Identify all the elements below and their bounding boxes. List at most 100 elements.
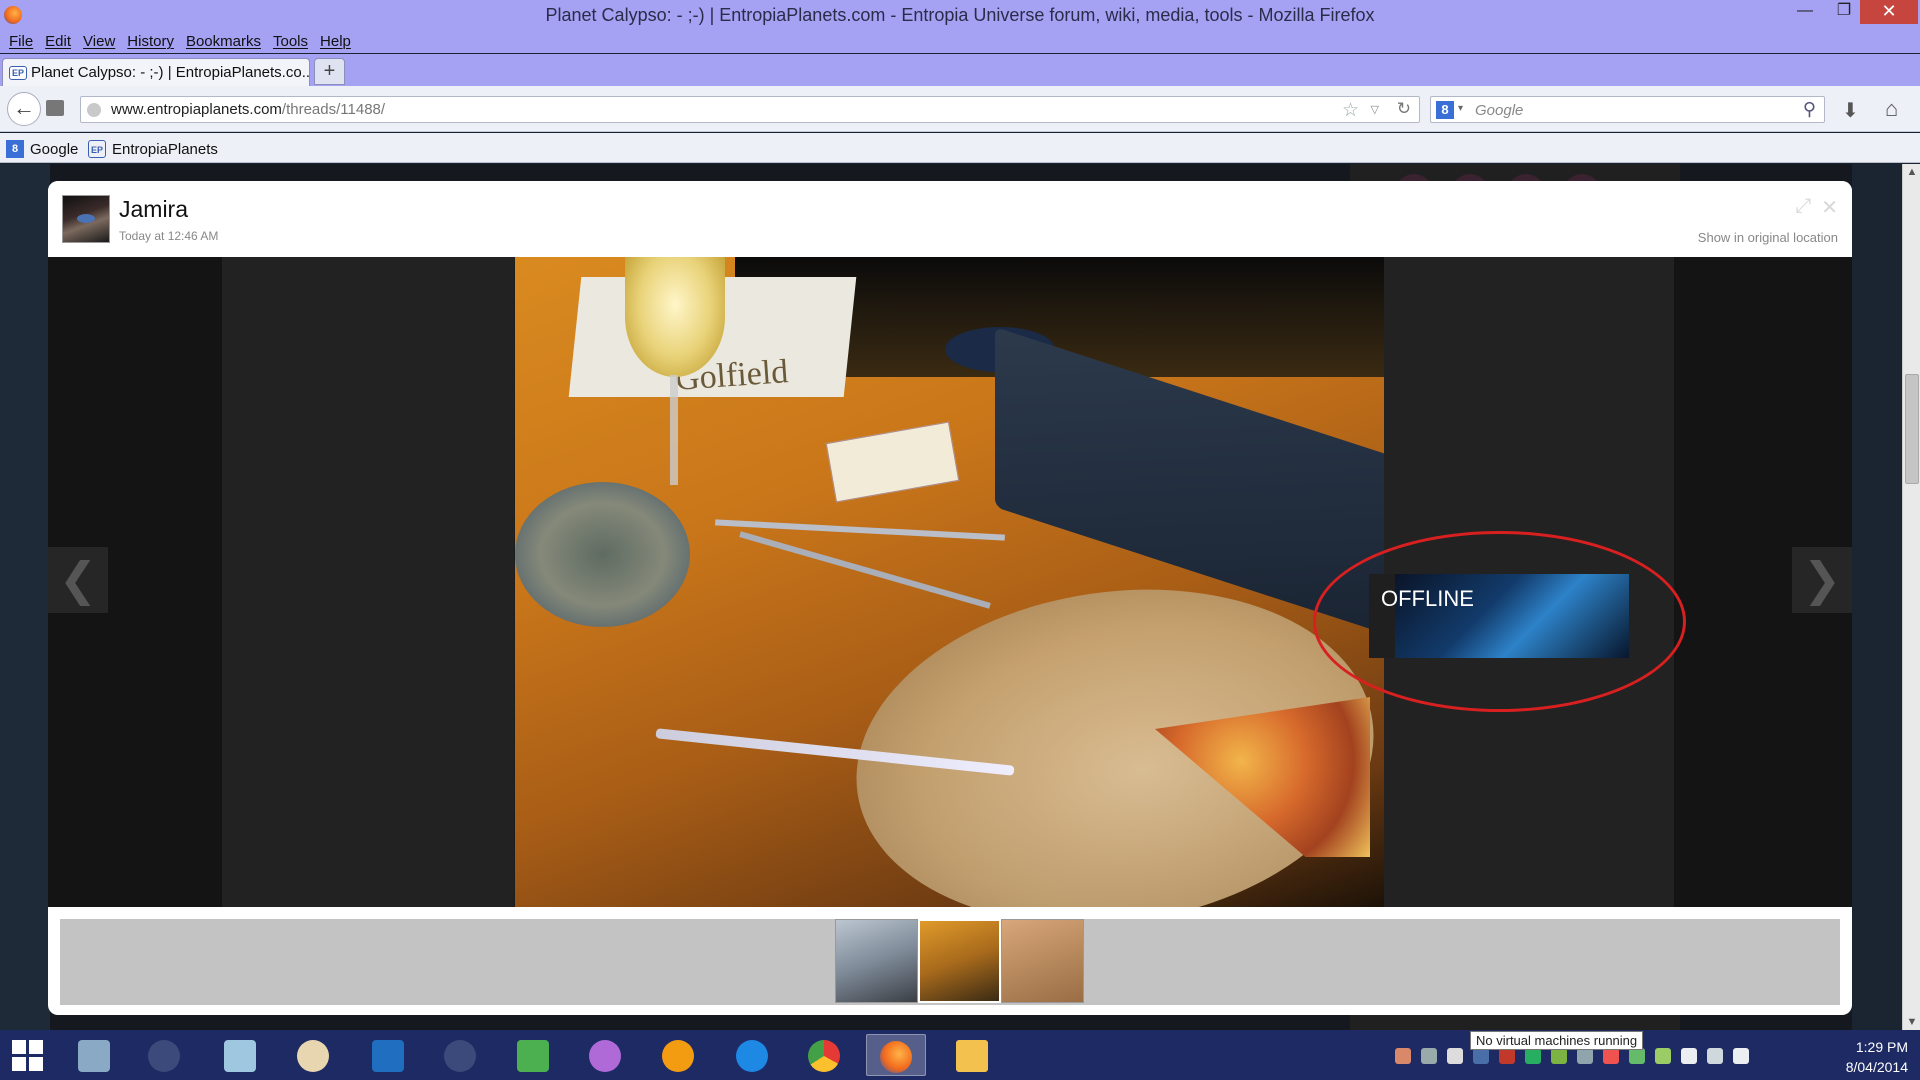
tab-strip: EP Planet Calypso: - ;-) | EntropiaPlane…	[0, 54, 1920, 86]
tray-icon[interactable]	[1603, 1048, 1619, 1064]
volume-icon[interactable]	[1733, 1048, 1749, 1064]
menu-tools[interactable]: Tools	[268, 31, 313, 53]
teacup-icon[interactable]	[575, 1034, 635, 1076]
steam-2-icon[interactable]	[430, 1034, 490, 1076]
tray-icon[interactable]	[1577, 1048, 1593, 1064]
apps-icon[interactable]	[503, 1034, 563, 1076]
scroll-down-icon[interactable]: ▼	[1903, 1016, 1920, 1028]
tray-icon[interactable]	[1551, 1048, 1567, 1064]
menu-history[interactable]: History	[122, 31, 179, 53]
tray-icon[interactable]	[1421, 1048, 1437, 1064]
lightbox-header: Jamira Today at 12:46 AM Show in origina…	[48, 181, 1852, 256]
prev-image-button[interactable]: ❮	[48, 547, 108, 613]
user-avatar[interactable]	[62, 195, 110, 243]
bookmark-star-icon[interactable]: ☆	[1342, 99, 1359, 122]
scroll-up-icon[interactable]: ▲	[1903, 166, 1920, 178]
window-titlebar: Planet Calypso: - ;-) | EntropiaPlanets.…	[0, 0, 1920, 31]
history-icon[interactable]	[46, 100, 64, 116]
tray-icon[interactable]	[1655, 1048, 1671, 1064]
tab-favicon-icon: EP	[9, 65, 27, 80]
tray-icon[interactable]	[1499, 1048, 1515, 1064]
photo-tools	[739, 531, 991, 609]
tray-icon[interactable]	[1395, 1048, 1411, 1064]
thumbnail-strip	[60, 919, 1840, 1005]
menu-help[interactable]: Help	[315, 31, 356, 53]
tray-icon[interactable]	[1629, 1048, 1645, 1064]
chrome-icon[interactable]	[794, 1034, 854, 1076]
download-icon[interactable]: ⬇	[1842, 98, 1859, 123]
photo-glass-stem	[670, 375, 678, 485]
window-title: Planet Calypso: - ;-) | EntropiaPlanets.…	[545, 5, 1375, 25]
url-host: www.entropiaplanets.com	[111, 101, 282, 118]
tray-icon[interactable]	[1473, 1048, 1489, 1064]
main-photo: Golfield	[515, 257, 1384, 907]
reload-icon[interactable]: ↻	[1397, 99, 1411, 119]
bookmark-google[interactable]: 8 Google	[6, 140, 78, 158]
tab-active[interactable]: EP Planet Calypso: - ;-) | EntropiaPlane…	[2, 58, 310, 86]
page-right-edge	[1852, 164, 1902, 1030]
thumbnail-selected[interactable]	[918, 919, 1001, 1003]
close-icon[interactable]: ✕	[1821, 195, 1838, 220]
windows-explorer-icon[interactable]	[64, 1034, 124, 1076]
menu-file[interactable]: File	[4, 31, 38, 53]
post-time: Today at 12:46 AM	[119, 229, 219, 243]
lightbox-controls: ⤢ ✕	[1795, 195, 1838, 220]
entropiaplanets-icon: EP	[88, 140, 106, 158]
show-original-link[interactable]: Show in original location	[1698, 230, 1838, 245]
thumbnail[interactable]	[1001, 919, 1084, 1003]
notepad-icon[interactable]	[210, 1034, 270, 1076]
next-image-button[interactable]: ❯	[1792, 547, 1852, 613]
outlook-icon[interactable]	[358, 1034, 418, 1076]
google-icon: 8	[6, 140, 24, 158]
search-bar[interactable]: 8 ▾ Google ⚲	[1430, 96, 1825, 123]
menu-bar: File Edit View History Bookmarks Tools H…	[0, 31, 1920, 53]
engine-dropdown-icon[interactable]: ▾	[1458, 103, 1463, 114]
back-button[interactable]: ←	[7, 92, 41, 126]
bookmark-label: EntropiaPlanets	[112, 140, 218, 158]
tray-icon[interactable]	[1525, 1048, 1541, 1064]
photo-glass	[625, 257, 725, 377]
clock-time: 1:29 PM	[1855, 1039, 1908, 1055]
scroll-thumb[interactable]	[1905, 374, 1919, 484]
menu-bookmarks[interactable]: Bookmarks	[181, 31, 266, 53]
bookmark-label: Google	[30, 140, 79, 158]
username[interactable]: Jamira	[119, 196, 188, 223]
fullscreen-icon[interactable]: ⤢	[1795, 195, 1811, 220]
stage-left-panel-inner	[222, 257, 514, 907]
minimize-button[interactable]: —	[1786, 0, 1824, 24]
url-text[interactable]: www.entropiaplanets.com/threads/11488/	[111, 101, 385, 118]
virtual-machine-icon[interactable]	[1447, 1048, 1463, 1064]
photo-ashtray	[515, 482, 690, 627]
close-button[interactable]: ✕	[1860, 0, 1918, 24]
thumbnail[interactable]	[835, 919, 918, 1003]
paint-icon[interactable]	[283, 1034, 343, 1076]
url-bar[interactable]: www.entropiaplanets.com/threads/11488/ ☆…	[80, 96, 1420, 123]
bookmark-entropiaplanets[interactable]: EP EntropiaPlanets	[88, 140, 218, 158]
system-tray	[1395, 1048, 1749, 1064]
page-scrollbar[interactable]: ▲ ▼	[1902, 164, 1920, 1030]
page-left-edge	[0, 164, 50, 1030]
file-explorer-icon[interactable]	[942, 1034, 1002, 1076]
menu-view[interactable]: View	[78, 31, 120, 53]
search-icon[interactable]: ⚲	[1803, 99, 1816, 120]
steam-icon[interactable]	[134, 1034, 194, 1076]
search-input[interactable]: Google	[1475, 102, 1523, 119]
google-engine-icon[interactable]: 8	[1436, 101, 1454, 119]
avatar-eye	[77, 214, 95, 223]
taskbar-clock[interactable]: 1:29 PM 8/04/2014	[1818, 1037, 1908, 1077]
menu-edit[interactable]: Edit	[40, 31, 76, 53]
network-icon[interactable]	[1707, 1048, 1723, 1064]
url-dropdown-icon[interactable]: ▽	[1371, 103, 1379, 116]
photo-cigarette-pack	[825, 421, 960, 503]
maximize-button[interactable]: ❐	[1825, 0, 1863, 24]
url-path: /threads/11488/	[281, 101, 386, 118]
brave-icon[interactable]	[648, 1034, 708, 1076]
flag-icon[interactable]	[1681, 1048, 1697, 1064]
firefox-icon[interactable]	[866, 1034, 926, 1076]
bookmarks-toolbar: 8 Google EP EntropiaPlanets	[0, 133, 1920, 163]
new-tab-button[interactable]: +	[314, 58, 345, 85]
globe-icon	[87, 103, 101, 117]
internet-explorer-icon[interactable]	[722, 1034, 782, 1076]
start-button[interactable]	[12, 1040, 44, 1072]
home-icon[interactable]: ⌂	[1885, 96, 1898, 122]
